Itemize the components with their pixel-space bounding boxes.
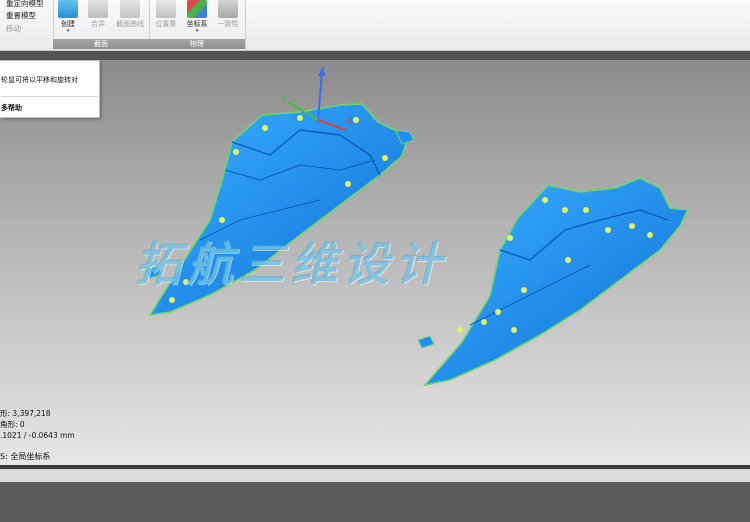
merge-icon <box>88 0 108 18</box>
merge-button[interactable]: 合并 <box>83 0 113 38</box>
consistency-button[interactable]: 一致性 <box>213 0 243 38</box>
model-stats-overlay: 形: 3,397,218 角形: 0 .1021 / -0.0643 mm <box>0 408 75 441</box>
stat-triangles: 形: 3,397,218 <box>0 409 51 418</box>
help-tooltip-panel: 轮鼠可将以平移和旋转对 多帮助 <box>0 60 100 118</box>
move-button[interactable]: 移动· <box>6 23 23 34</box>
help-tip-divider <box>1 96 98 97</box>
create-section-icon <box>58 0 78 18</box>
cube-icon <box>218 0 238 18</box>
physics-group: 位置集 坐标系 ▾ 一致性 物理 <box>149 0 246 50</box>
stat-bad-triangles: 角形: 0 <box>0 420 25 429</box>
watermark-text: 拓航三维设计 <box>135 237 447 291</box>
create-section-button[interactable]: 创建 ▾ <box>53 0 83 38</box>
horizontal-scrollbar[interactable] <box>0 469 750 482</box>
status-panel <box>0 482 750 522</box>
stat-deviation: .1021 / -0.0643 mm <box>0 431 75 440</box>
reset-model-button[interactable]: 重置模型 <box>6 10 36 21</box>
coordinate-system-button[interactable]: 坐标系 ▾ <box>182 0 212 38</box>
axis-label-z: Z <box>319 67 326 77</box>
help-tip-text: 轮鼠可将以平移和旋转对 <box>1 76 78 84</box>
section-curve-button[interactable]: 截面曲线 <box>111 0 149 38</box>
coordinate-system-icon <box>187 0 207 18</box>
coordinate-system-label: S: 全局坐标系 <box>0 452 51 461</box>
more-help-link[interactable]: 多帮助 <box>1 103 22 113</box>
scanned-part-right[interactable] <box>417 177 690 387</box>
section-group: 创建 ▾ 合并 截面曲线 截面 <box>53 0 150 50</box>
physics-group-title: 物理 <box>149 39 245 49</box>
axis-label-x: X <box>346 117 353 127</box>
section-curve-icon <box>120 0 140 18</box>
reorient-model-button[interactable]: 重定向模型 <box>6 0 44 9</box>
model-group: 重定向模型 重置模型 移动· <box>0 0 54 50</box>
section-group-title: 截面 <box>53 39 149 49</box>
document-tab-bar <box>0 51 750 60</box>
position-set-button[interactable]: 位置集 <box>151 0 181 38</box>
axis-label-y: Y <box>281 94 287 104</box>
ribbon-toolbar: 重定向模型 重置模型 移动· 创建 ▾ 合并 截面曲线 截面 位置集 坐标系 ▾ <box>0 0 750 51</box>
position-set-icon <box>156 0 176 18</box>
